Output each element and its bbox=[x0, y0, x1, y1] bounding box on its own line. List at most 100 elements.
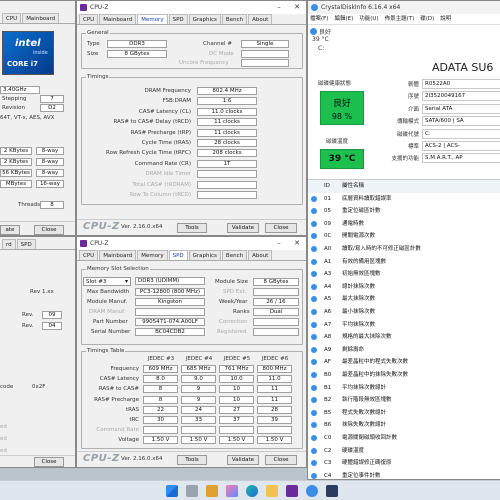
app-taskbar-icon[interactable] bbox=[326, 485, 338, 497]
task-view-icon[interactable] bbox=[186, 485, 198, 497]
smart-attribute-row[interactable]: AF 最差晶粒中的程式失敗次數 bbox=[308, 356, 500, 369]
tools-button[interactable]: Tools bbox=[177, 455, 207, 465]
attribute-name: 抹除失敗次數總計 bbox=[342, 422, 387, 429]
tab-graphics[interactable]: Graphics bbox=[188, 14, 221, 24]
smart-attribute-row[interactable]: A5 最大抹除次數 bbox=[308, 293, 500, 306]
smart-attribute-row[interactable]: 0C 開關電源次數 bbox=[308, 230, 500, 243]
title-bar: CrystalDiskInfo 6.16.4 x64 bbox=[308, 1, 500, 14]
tab-cpu[interactable]: CPU bbox=[79, 14, 99, 24]
tab-spd[interactable]: SPD bbox=[168, 14, 188, 24]
tab-graphics[interactable]: Graphics bbox=[188, 250, 221, 260]
smart-attribute-row[interactable]: 01 底層資料讀取錯誤率 bbox=[308, 193, 500, 206]
close-button[interactable]: Close bbox=[34, 457, 64, 467]
tab-cpu[interactable]: CPU bbox=[2, 13, 22, 23]
smart-attribute-row[interactable]: 09 通電時數 bbox=[308, 218, 500, 231]
tab-bench[interactable]: Bench bbox=[221, 14, 248, 24]
tab-about[interactable]: About bbox=[248, 14, 273, 24]
attribute-name: 初始無效區塊數 bbox=[342, 271, 381, 278]
menu-function[interactable]: 功能(U) bbox=[359, 14, 378, 24]
start-icon[interactable] bbox=[166, 485, 178, 497]
validate-button[interactable]: Validate bbox=[227, 455, 259, 465]
smart-attribute-row[interactable]: B2 執行階段無效區塊數 bbox=[308, 394, 500, 407]
smart-attribute-row[interactable]: A9 剩餘壽命 bbox=[308, 344, 500, 357]
tab-about[interactable]: Mainboard bbox=[22, 13, 60, 23]
minimize-icon[interactable]: – bbox=[270, 237, 288, 250]
smart-attribute-row[interactable]: B5 程式失敗次數總計 bbox=[308, 407, 500, 420]
tab-cpu[interactable]: CPU bbox=[79, 250, 99, 260]
attribute-name: 總計抹除次數 bbox=[342, 283, 376, 290]
tab-about[interactable]: About bbox=[248, 250, 273, 260]
tab-memory[interactable]: Memory bbox=[137, 250, 168, 260]
smart-attribute-row[interactable]: C2 硬碟溫度 bbox=[308, 445, 500, 458]
close-button[interactable]: Close bbox=[34, 225, 64, 235]
health-percent: 98 % bbox=[331, 112, 353, 121]
slot-select[interactable]: Slot #3 bbox=[83, 277, 131, 286]
smart-attribute-row[interactable]: A3 初始無效區塊數 bbox=[308, 268, 500, 281]
smart-attribute-row[interactable]: B6 抹除失敗次數總計 bbox=[308, 419, 500, 432]
validate-button[interactable]: Validate bbox=[227, 223, 259, 233]
tab-spd[interactable]: SPD bbox=[16, 239, 36, 249]
crystaldiskinfo-taskbar-icon[interactable] bbox=[306, 485, 318, 497]
cpuz-taskbar-icon[interactable] bbox=[286, 485, 298, 497]
disk-selector[interactable]: 良好 39 °C C: bbox=[310, 26, 350, 58]
menu-bar: 檔案(F) 編輯(E) 功能(U) 佈景主題(T) 碟(D) 說明 bbox=[308, 14, 500, 25]
column-id-header[interactable]: ID bbox=[324, 180, 340, 192]
smart-attribute-row[interactable]: A0 讀取/寫入時的不可修正磁區計數 bbox=[308, 243, 500, 256]
close-icon[interactable]: ✕ bbox=[288, 1, 306, 14]
registered-label: Registered bbox=[217, 329, 247, 335]
edge-icon[interactable] bbox=[246, 485, 258, 497]
timings-group-title: Timings bbox=[86, 74, 110, 80]
jedec-column-header: JEDEC #4 bbox=[185, 356, 213, 362]
smart-attribute-row[interactable]: C4 重定位事件計數 bbox=[308, 470, 500, 479]
copilot-icon[interactable] bbox=[226, 485, 238, 497]
tab-mainboard-partial[interactable]: rd bbox=[2, 239, 16, 249]
smart-attribute-row[interactable]: B0 最差晶粒中的抹除失敗次數 bbox=[308, 369, 500, 382]
attribute-name: 有效的備用區塊數 bbox=[342, 258, 387, 265]
status-dot-icon bbox=[311, 372, 317, 378]
smart-attribute-row[interactable]: A8 規格的最大抹除次數 bbox=[308, 331, 500, 344]
health-label: 磁碟健康狀態 bbox=[318, 81, 352, 87]
close-button[interactable]: Close bbox=[265, 455, 297, 465]
file-explorer-icon[interactable] bbox=[266, 485, 278, 497]
smart-attribute-row[interactable]: A4 總計抹除次數 bbox=[308, 281, 500, 294]
tab-spd[interactable]: SPD bbox=[168, 250, 188, 260]
menu-theme[interactable]: 佈景主題(T) bbox=[385, 14, 415, 24]
disk-info-value: ACS-2 | ACS- bbox=[422, 141, 500, 151]
footer: ate Close bbox=[0, 221, 75, 235]
validate-button[interactable]: ate bbox=[0, 225, 20, 235]
attribute-name: 硬體錯誤修正碼復原 bbox=[342, 460, 392, 467]
widgets-icon[interactable] bbox=[206, 485, 218, 497]
revision-value: D2 bbox=[40, 104, 64, 112]
module-size-label: Module Size bbox=[215, 279, 249, 285]
timing-value: 28 clocks bbox=[197, 139, 257, 147]
minimize-icon[interactable]: – bbox=[270, 1, 288, 14]
disk-info-value: Serial ATA bbox=[422, 103, 500, 114]
close-icon[interactable]: ✕ bbox=[288, 237, 306, 250]
smart-attribute-row[interactable]: A6 最小抹除次數 bbox=[308, 306, 500, 319]
close-button[interactable]: Close bbox=[265, 223, 297, 233]
timing-cell: 24 bbox=[181, 405, 216, 414]
menu-disk[interactable]: 碟(D) bbox=[420, 14, 434, 24]
smart-attribute-row[interactable]: C3 硬體錯誤修正碼復原 bbox=[308, 457, 500, 470]
tools-button[interactable]: Tools bbox=[177, 223, 207, 233]
attribute-id: A0 bbox=[324, 246, 332, 252]
general-group-title: General bbox=[86, 30, 110, 36]
cpuz-memory-window: CPU-Z – ✕ CPU Mainboard Memory SPD Graph… bbox=[76, 0, 307, 236]
menu-edit[interactable]: 編輯(E) bbox=[334, 14, 353, 24]
smart-attribute-row[interactable]: 05 重定位磁區計數 bbox=[308, 205, 500, 218]
menu-file[interactable]: 檔案(F) bbox=[310, 14, 328, 24]
smart-attribute-row[interactable]: C0 電源關閉磁頭收回計數 bbox=[308, 432, 500, 445]
tab-memory[interactable]: Memory bbox=[137, 14, 168, 24]
window-title: CrystalDiskInfo 6.16.4 x64 bbox=[321, 4, 401, 11]
status-dot-icon bbox=[311, 321, 317, 328]
cpuz-spd-window: CPU-Z – ✕ CPU Mainboard Memory SPD Graph… bbox=[76, 236, 307, 468]
smart-attribute-row[interactable]: A7 平均抹除次數 bbox=[308, 319, 500, 332]
smart-attribute-row[interactable]: B1 平均抹除次數總計 bbox=[308, 382, 500, 395]
smart-attribute-row[interactable]: A1 有效的備用區塊數 bbox=[308, 256, 500, 269]
cpuz-logo: CPU-Z bbox=[83, 453, 120, 464]
tab-mainboard[interactable]: Mainboard bbox=[99, 14, 137, 24]
menu-help[interactable]: 說明 bbox=[440, 14, 451, 24]
tab-bench[interactable]: Bench bbox=[221, 250, 248, 260]
column-name-header[interactable]: 屬性名稱 bbox=[342, 180, 364, 192]
tab-mainboard[interactable]: Mainboard bbox=[99, 250, 137, 260]
